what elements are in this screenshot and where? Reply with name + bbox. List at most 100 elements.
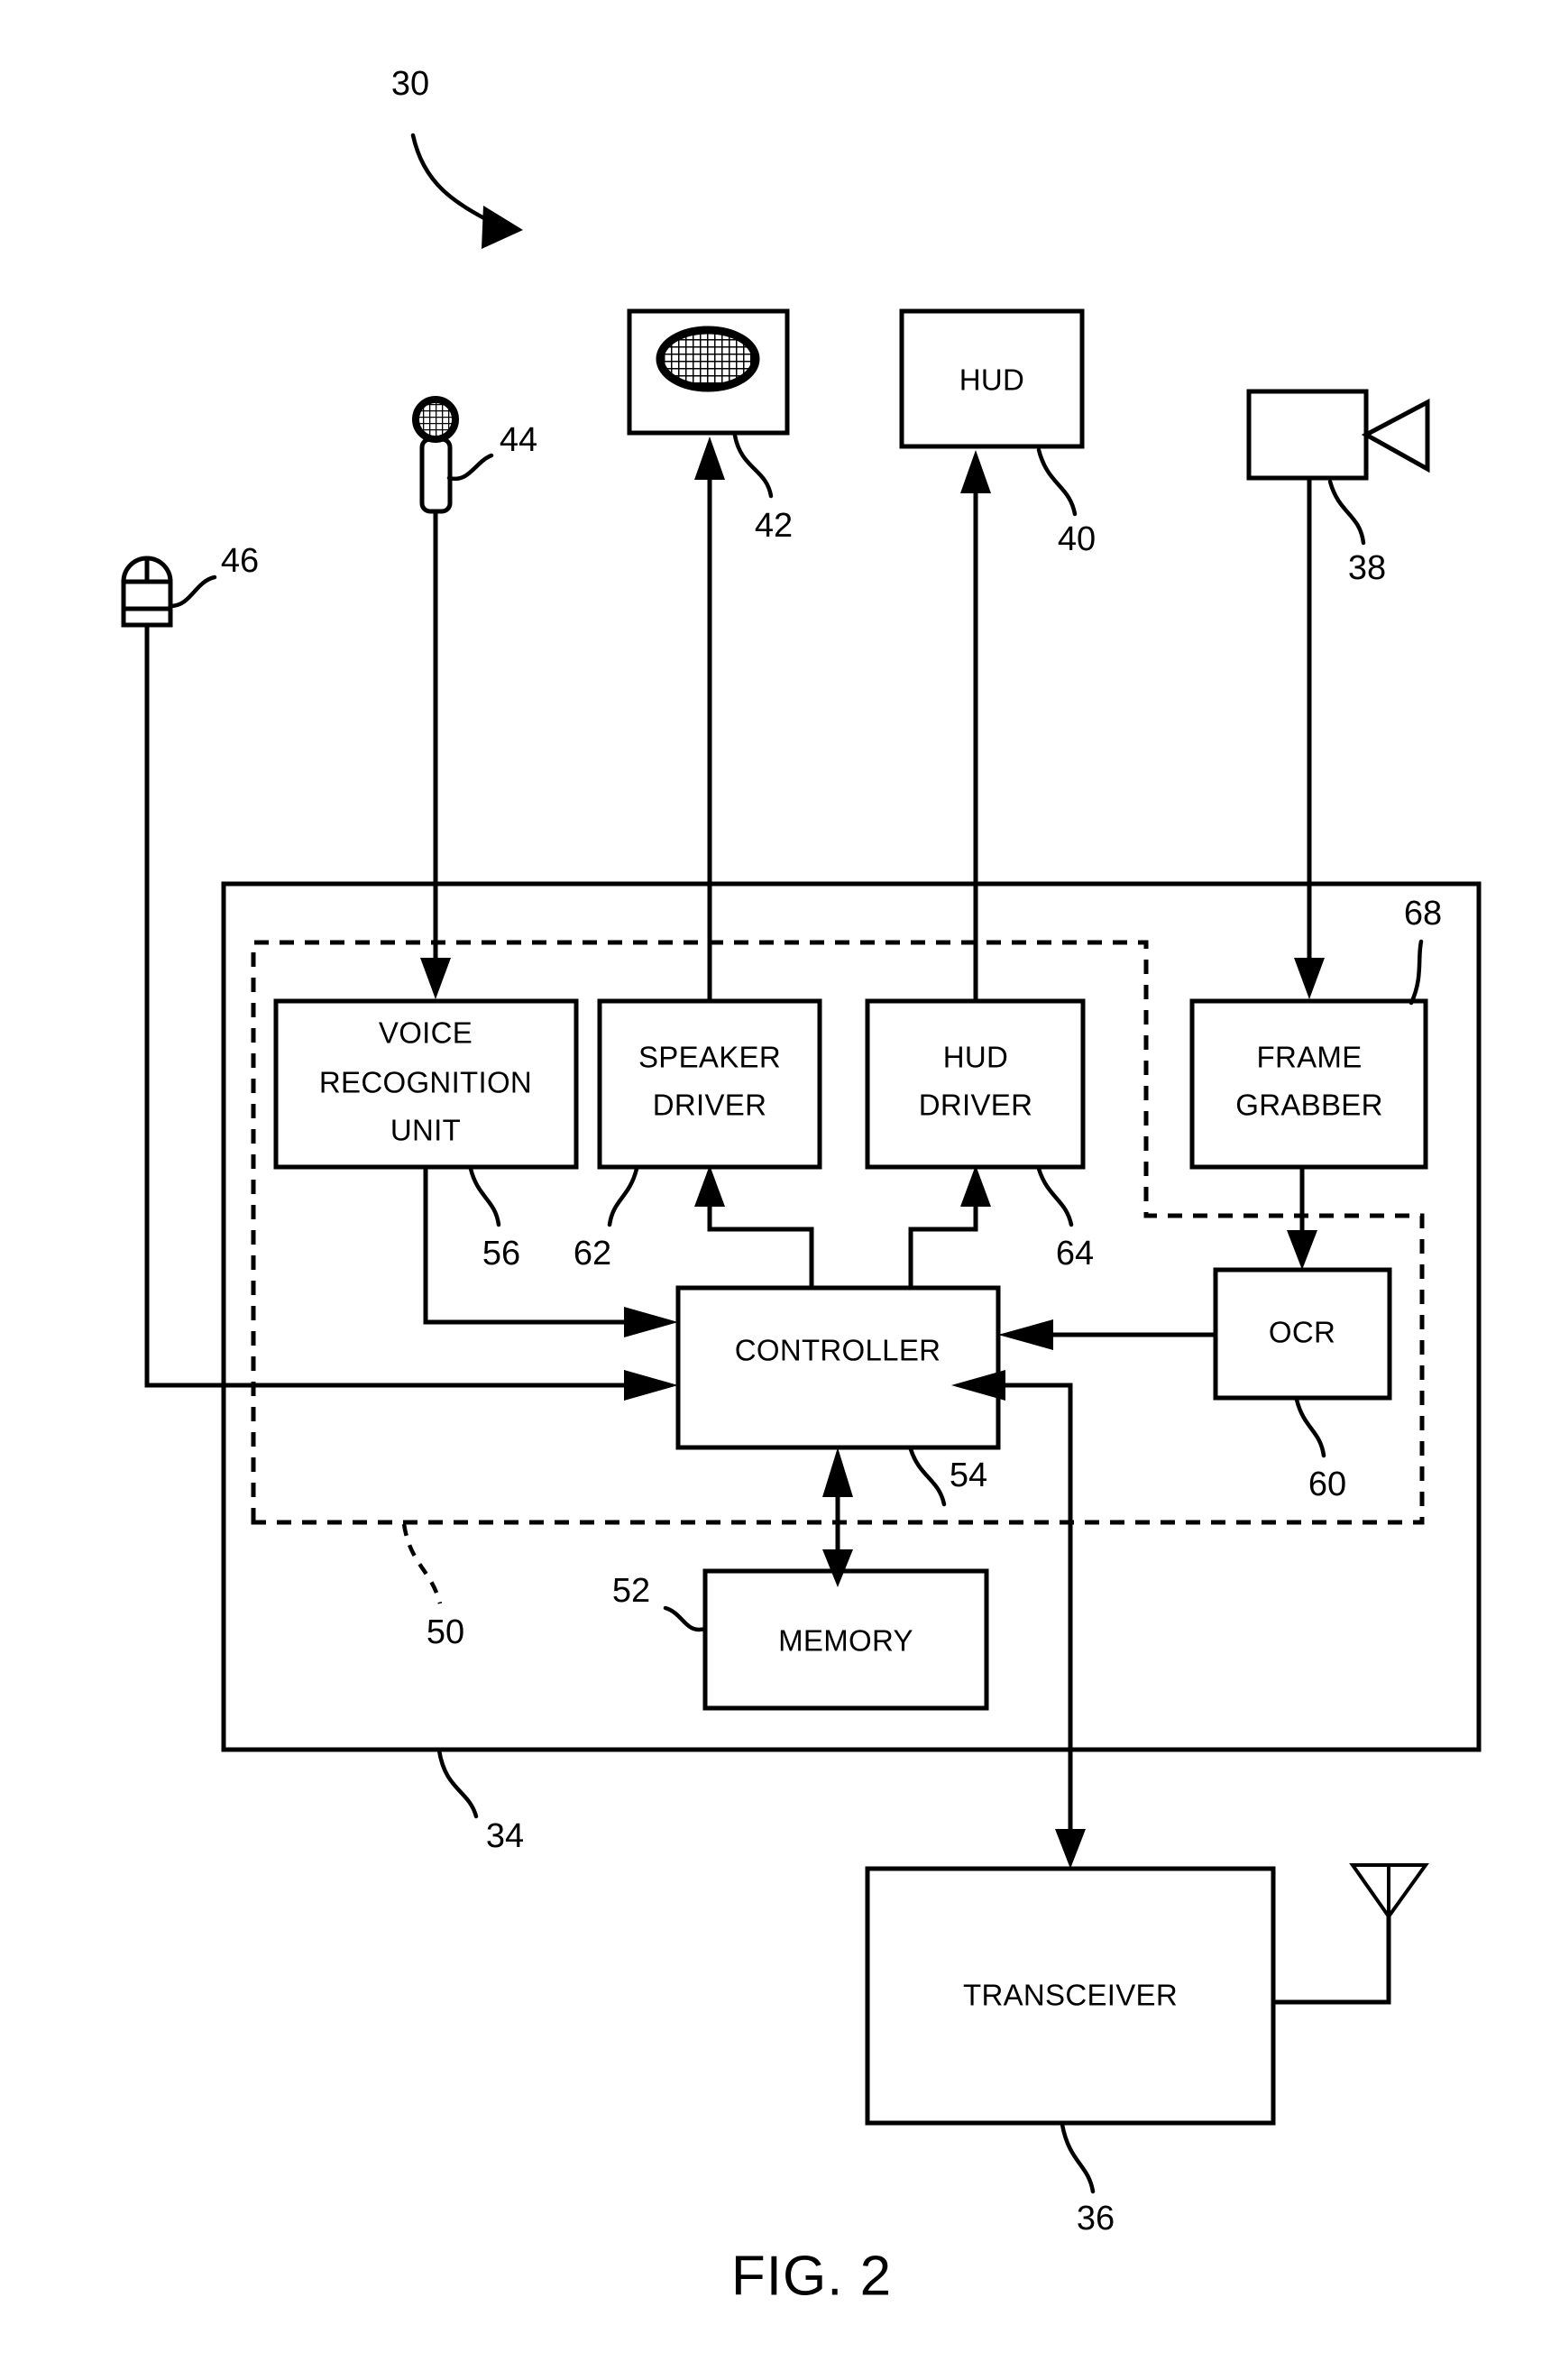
connector-ctrl-huddrv-arrowhead: [960, 1165, 991, 1207]
hud-device: HUD 40: [899, 308, 1096, 558]
connector-mic-vru-arrowhead: [420, 958, 451, 999]
mouse-icon-body: [121, 579, 173, 628]
figure-2-diagram: 30 42 HUD 40 38 44 46 34 50 VOICE RECOGN…: [121, 65, 1482, 2307]
connector-spkdrv-spk-arrowhead: [694, 436, 725, 480]
transceiver-block: TRANSCEIVER 36: [865, 1863, 1429, 2238]
connector-cam-fg-arrowhead: [1294, 958, 1325, 999]
ref-number-36: 36: [1077, 2200, 1115, 2238]
ref-number-46: 46: [221, 542, 259, 580]
ref-36-leader-line: [1060, 2122, 1096, 2194]
ref-number-68: 68: [1404, 895, 1442, 933]
connector-trx-ctrl-arrowhead: [951, 1370, 1005, 1401]
ref-number-44: 44: [500, 421, 537, 459]
ref-number-54: 54: [950, 1456, 987, 1494]
ref-30-leader-line: [410, 133, 497, 226]
memory-block: MEMORY 52: [612, 1568, 989, 1711]
microphone-device: 44: [412, 396, 537, 514]
connector-controller-to-transceiver: [951, 1370, 1086, 1869]
ref-number-52: 52: [612, 1572, 650, 1610]
ref-44-leader-line: [446, 453, 494, 482]
frame-grabber-block: FRAME GRABBER 68: [1189, 895, 1442, 1170]
connector-ctrl-trx-line: [998, 1383, 1073, 1836]
ref-40-leader-line: [1036, 447, 1078, 517]
connector-microphone-to-vru: [420, 511, 451, 999]
ref-62-leader-line: [607, 1166, 639, 1227]
connector-ctrl-mem-arrowhead-down: [822, 1549, 853, 1587]
hud-box-label: HUD: [959, 363, 1024, 397]
connector-ctrl-trx-arrowhead: [1055, 1829, 1086, 1869]
connector-ctrl-spkdrv-arrowhead: [694, 1165, 725, 1207]
mouse-device: 46: [121, 542, 259, 628]
ref-38-leader-line: [1327, 479, 1366, 546]
connector-huddrv-hud-arrowhead: [960, 450, 991, 493]
connector-mouse-ctrl-line: [144, 625, 631, 1388]
ref-number-50: 50: [427, 1613, 464, 1651]
ref-56-leader-line: [468, 1166, 501, 1227]
ref-50-leader-line: [401, 1523, 443, 1604]
ref-42-leader-line: [732, 433, 774, 499]
connector-frame-grabber-to-ocr: [1287, 1167, 1317, 1270]
voice-recognition-unit-label-line2: RECOGNITION: [319, 1066, 532, 1099]
ref-64-leader-line: [1036, 1166, 1074, 1227]
ref-60-leader-line: [1294, 1397, 1326, 1458]
ref-number-34: 34: [486, 1817, 524, 1855]
ref-46-leader-line: [168, 574, 217, 609]
hud-driver-label-line2: DRIVER: [919, 1089, 1033, 1122]
microphone-icon-head: [412, 396, 459, 443]
figure-caption: FIG. 2: [731, 2245, 892, 2307]
ref-number-38: 38: [1348, 549, 1386, 587]
connector-fg-ocr-arrowhead: [1287, 1230, 1317, 1270]
connector-mouse-ctrl-arrowhead: [624, 1370, 678, 1401]
connector-hud-driver-to-hud: [960, 450, 991, 999]
camera-icon-lens: [1361, 398, 1430, 473]
ref-number-42: 42: [755, 507, 793, 545]
ref-number-30: 30: [391, 65, 429, 103]
antenna-feed-line: [1273, 1914, 1391, 2005]
connector-ocr-ctrl-arrowhead: [998, 1319, 1053, 1350]
hud-driver-box: [865, 998, 1086, 1170]
ref-number-60: 60: [1308, 1466, 1346, 1503]
ref-52-leader-line: [663, 1605, 708, 1632]
speaker-driver-block: SPEAKER DRIVER 62: [574, 998, 822, 1273]
frame-grabber-box: [1189, 998, 1428, 1170]
speaker-driver-box: [597, 998, 822, 1170]
frame-grabber-label-line1: FRAME: [1257, 1041, 1363, 1074]
connector-camera-to-frame-grabber: [1294, 480, 1325, 999]
ref-34-leader-line: [436, 1748, 479, 1819]
connector-ctrl-spkdrv-line: [707, 1199, 814, 1288]
ref-number-56: 56: [482, 1235, 520, 1273]
speaker-driver-label-line2: DRIVER: [653, 1089, 767, 1122]
ref-number-62: 62: [574, 1235, 611, 1273]
connector-speaker-driver-to-speaker: [694, 436, 725, 999]
camera-icon-body: [1246, 389, 1369, 481]
connector-ctrl-mem-arrowhead-up: [822, 1447, 853, 1497]
ocr-label: OCR: [1269, 1316, 1335, 1349]
transceiver-label: TRANSCEIVER: [963, 1979, 1178, 2012]
ref-68-leader-line: [1409, 939, 1424, 1006]
connector-controller-to-hud-driver: [908, 1165, 991, 1288]
ocr-block: OCR 60: [1213, 1267, 1392, 1503]
patent-figure-page: 30 42 HUD 40 38 44 46 34 50 VOICE RECOGN…: [0, 0, 1560, 2380]
hud-driver-label-line1: HUD: [943, 1041, 1008, 1074]
connector-controller-memory: [822, 1447, 853, 1587]
connector-ctrl-huddrv-line: [908, 1199, 978, 1288]
controller-label: CONTROLLER: [735, 1334, 941, 1367]
frame-grabber-label-line2: GRABBER: [1235, 1089, 1382, 1122]
camera-device: 38: [1246, 389, 1430, 587]
memory-label: MEMORY: [778, 1624, 913, 1658]
hud-driver-block: HUD DRIVER 64: [865, 998, 1094, 1273]
ref-number-40: 40: [1058, 520, 1096, 558]
connector-vru-ctrl-arrowhead: [624, 1307, 678, 1337]
ref-30-arrowhead: [482, 206, 523, 249]
microphone-icon-body: [419, 436, 453, 514]
ref-54-leader-line: [908, 1447, 947, 1507]
system-ref-30-annotation: 30: [391, 65, 523, 249]
connector-ocr-to-controller: [998, 1319, 1216, 1350]
speaker-icon-cone: [656, 326, 760, 392]
connector-controller-to-speaker-driver: [694, 1165, 814, 1288]
voice-recognition-unit-label-line3: UNIT: [390, 1114, 461, 1147]
controller-box: [675, 1285, 1001, 1450]
connector-vru-to-controller: [423, 1167, 678, 1337]
ref-number-64: 64: [1056, 1235, 1094, 1273]
speaker-driver-label-line1: SPEAKER: [638, 1041, 781, 1074]
